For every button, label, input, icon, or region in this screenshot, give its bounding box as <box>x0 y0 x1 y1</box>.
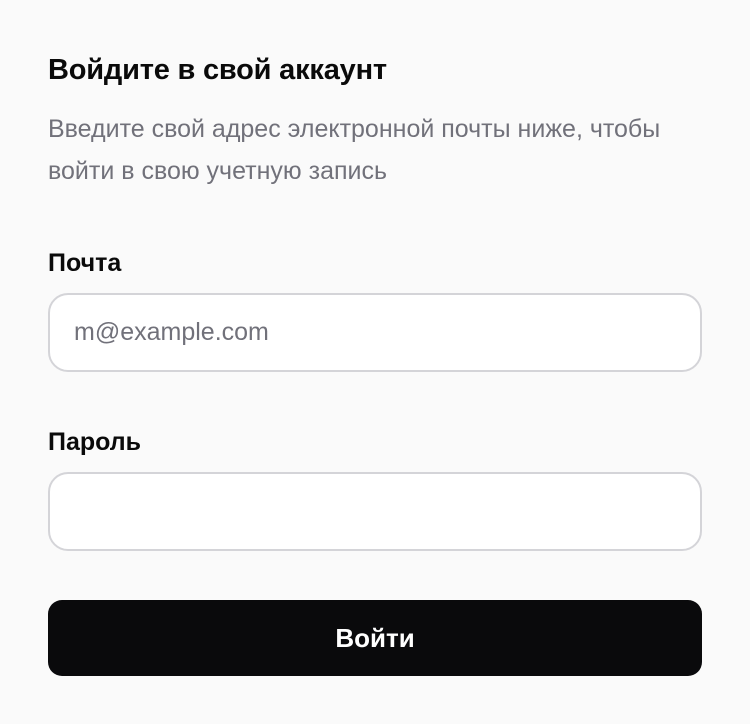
password-label: Пароль <box>48 428 142 456</box>
login-form: Войдите в свой аккаунт Введите свой адре… <box>48 0 702 724</box>
email-input[interactable] <box>48 293 702 372</box>
login-subtitle: Введите свой адрес электронной почты ниж… <box>48 115 661 185</box>
login-title: Войдите в свой аккаунт <box>48 54 387 86</box>
login-button[interactable]: Войти <box>48 600 702 676</box>
password-input[interactable] <box>48 472 702 551</box>
email-label: Почта <box>48 249 122 277</box>
